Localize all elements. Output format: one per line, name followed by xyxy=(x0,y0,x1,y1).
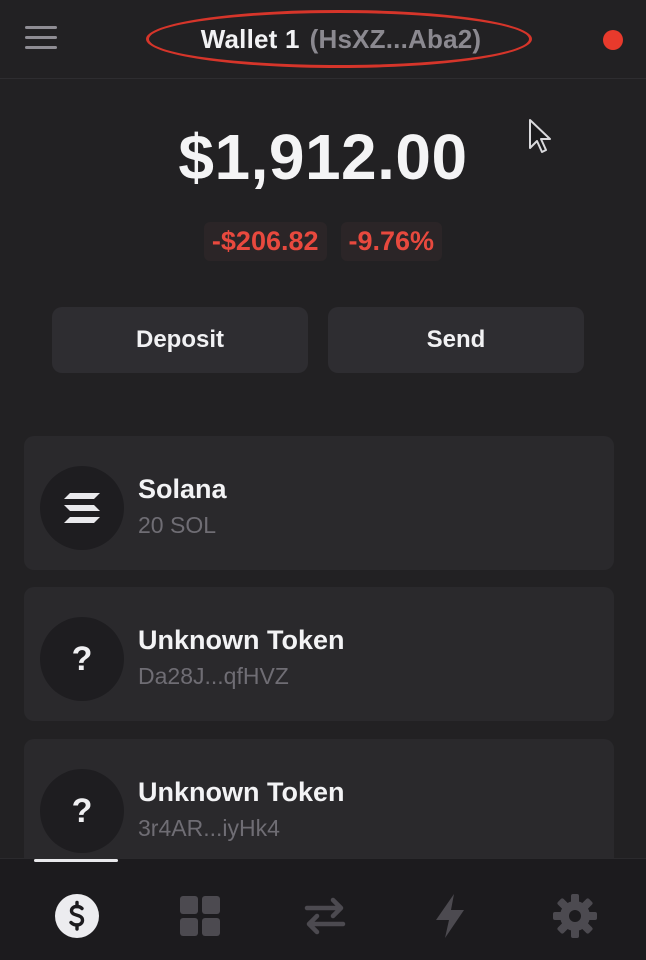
wallet-address: (HsXZ...Aba2) xyxy=(309,23,482,54)
token-address: 3r4AR...iyHk4 xyxy=(138,815,280,841)
send-button[interactable]: Send xyxy=(328,307,584,373)
token-row-solana[interactable]: Solana 20 SOL xyxy=(24,436,614,570)
active-tab-indicator xyxy=(34,859,118,862)
nav-settings-gear-icon[interactable] xyxy=(548,889,602,943)
wallet-selector[interactable]: Wallet 1 (HsXZ...Aba2) xyxy=(148,12,534,66)
nav-activity-lightning-icon[interactable] xyxy=(423,889,477,943)
nav-collectibles-grid-icon[interactable] xyxy=(173,889,227,943)
grid-icon xyxy=(180,896,220,936)
token-amount: 20 SOL xyxy=(138,512,216,538)
wallet-name: Wallet 1 xyxy=(200,23,300,54)
gear-icon xyxy=(553,894,597,938)
hamburger-menu-icon[interactable] xyxy=(25,22,59,54)
deposit-button[interactable]: Deposit xyxy=(52,307,308,373)
connection-status-dot xyxy=(603,30,623,50)
question-mark-icon: ? xyxy=(40,617,124,701)
wallet-app: Wallet 1 (HsXZ...Aba2) $1,912.00 -$206.8… xyxy=(0,0,646,960)
change-amount: -$206.82 xyxy=(203,222,327,261)
token-address: Da28J...qfHVZ xyxy=(138,663,289,689)
nav-swap-arrows-icon[interactable] xyxy=(298,889,352,943)
change-percent: -9.76% xyxy=(340,222,443,261)
question-mark-icon: ? xyxy=(40,769,124,853)
token-name: Solana xyxy=(138,474,227,504)
header: Wallet 1 (HsXZ...Aba2) xyxy=(0,0,646,79)
balance-change: -$206.82 -9.76% xyxy=(0,222,646,261)
total-balance: $1,912.00 xyxy=(178,121,468,193)
token-name: Unknown Token xyxy=(138,625,345,655)
token-row-unknown-1[interactable]: ? Unknown Token Da28J...qfHVZ xyxy=(24,587,614,721)
lightning-icon xyxy=(436,894,464,938)
dollar-icon xyxy=(55,894,99,938)
token-row-unknown-2[interactable]: ? Unknown Token 3r4AR...iyHk4 xyxy=(24,739,614,873)
swap-icon xyxy=(304,897,346,935)
bottom-nav xyxy=(0,858,646,960)
nav-tokens-dollar-icon[interactable] xyxy=(50,889,104,943)
solana-logo-icon xyxy=(40,466,124,550)
token-name: Unknown Token xyxy=(138,777,345,807)
